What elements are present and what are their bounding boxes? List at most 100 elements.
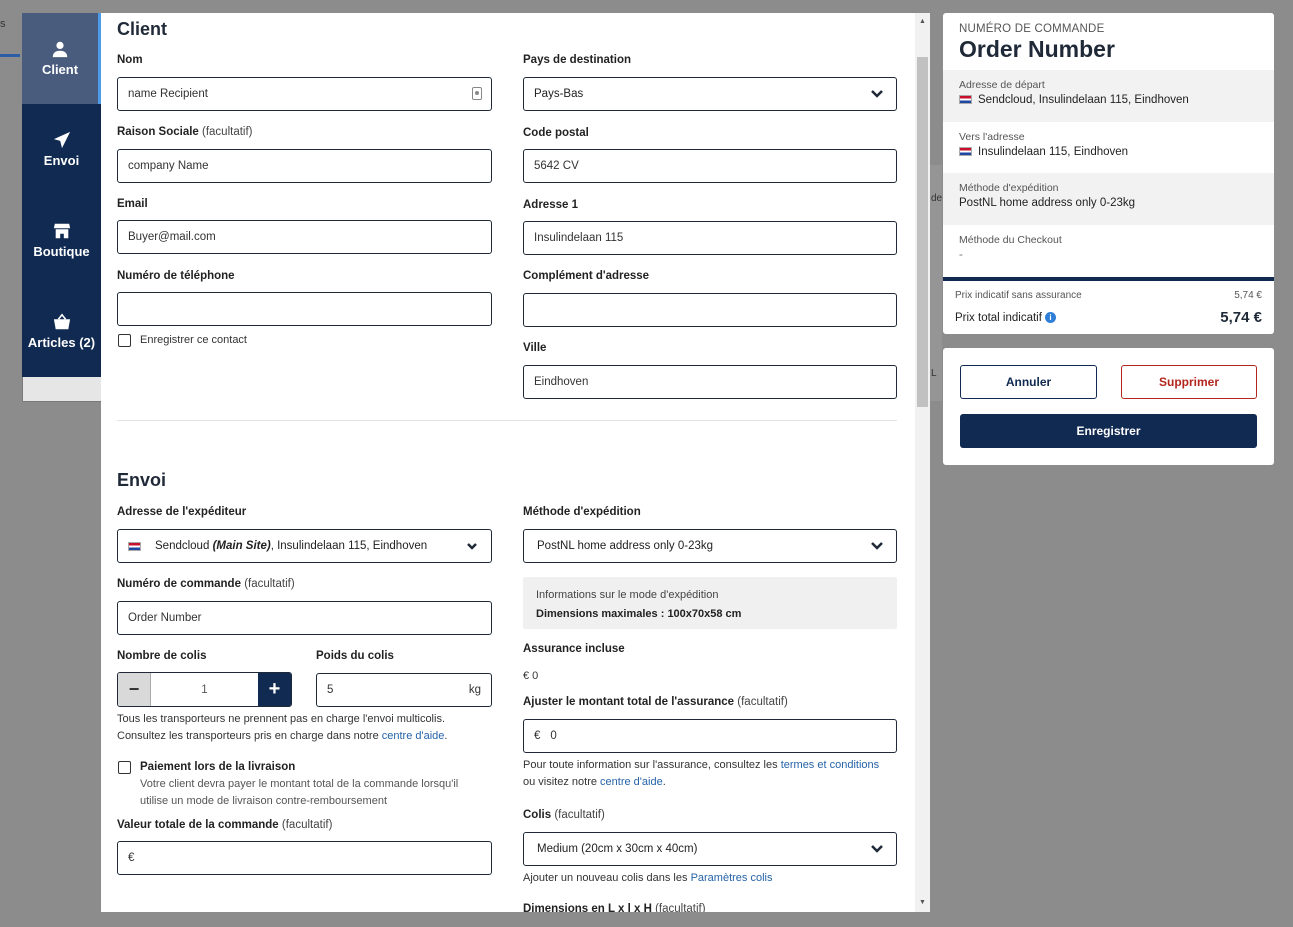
section-divider xyxy=(117,420,897,421)
order-summary-panel: NUMÉRO DE COMMANDE Order Number Adresse … xyxy=(943,13,1274,334)
methode-select[interactable]: PostNL home address only 0-23kg xyxy=(523,529,897,563)
assurance-value: € 0 xyxy=(523,670,539,682)
nav-item-client[interactable]: Client xyxy=(22,13,101,104)
info-icon[interactable]: i xyxy=(1044,311,1056,323)
nom-placeholder: name Recipient xyxy=(128,88,208,100)
nav-item-label: Boutique xyxy=(33,244,90,259)
shop-icon xyxy=(53,223,70,239)
actions-panel: Annuler Supprimer Enregistrer xyxy=(943,348,1274,465)
commande-label: Numéro de commande (facultatif) xyxy=(117,578,295,590)
methode-value: PostNL home address only 0-23kg xyxy=(537,540,714,552)
methode-label: Méthode d'expédition xyxy=(523,506,641,518)
colis-add-note: Ajouter un nouveau colis dans les Paramè… xyxy=(523,872,773,884)
cod-checkbox[interactable] xyxy=(118,761,131,774)
expediteur-label: Adresse de l'expéditeur xyxy=(117,506,247,518)
increment-button[interactable]: + xyxy=(258,673,291,706)
save-button[interactable]: Enregistrer xyxy=(960,414,1257,448)
order-number-value: Order Number xyxy=(959,36,1115,62)
order-form-modal: Client Nom name Recipient Raison Sociale… xyxy=(101,13,930,912)
chevron-down-icon xyxy=(870,842,884,856)
raison-sociale-input[interactable]: company Name xyxy=(117,149,492,183)
decrement-button[interactable]: − xyxy=(118,673,151,706)
adresse1-label: Adresse 1 xyxy=(523,199,578,211)
code-postal-input[interactable]: 5642 CV xyxy=(523,149,897,183)
price-without-insurance: Prix indicatif sans assurance 5,74 € xyxy=(955,290,1262,301)
currency-prefix: € xyxy=(534,730,541,742)
adresse1-input[interactable]: Insulindelaan 115 xyxy=(523,221,897,255)
send-icon xyxy=(53,131,70,149)
package-settings-link[interactable]: Paramètres colis xyxy=(691,872,773,884)
summary-depart: Adresse de départ Sendcloud, Insulindela… xyxy=(943,70,1274,122)
adresse1-value: Insulindelaan 115 xyxy=(534,232,624,244)
poids-value: 5 xyxy=(327,684,334,696)
phone-label: Numéro de téléphone xyxy=(117,270,235,282)
order-number-header: NUMÉRO DE COMMANDE Order Number xyxy=(943,13,1274,70)
currency-prefix: € xyxy=(128,852,135,864)
nav-item-envoi[interactable]: Envoi xyxy=(22,104,101,195)
ville-input[interactable]: Eindhoven xyxy=(523,365,897,399)
dimensions-label: Dimensions en L x l x H (facultatif) xyxy=(523,903,706,912)
ville-label: Ville xyxy=(523,342,547,354)
nombre-colis-label: Nombre de colis xyxy=(117,650,207,662)
shipping-info-box: Informations sur le mode d'expédition Di… xyxy=(523,577,897,629)
commande-input[interactable]: Order Number xyxy=(117,601,492,635)
colis-value: Medium (20cm x 30cm x 40cm) xyxy=(537,843,698,855)
colis-count-value[interactable]: 1 xyxy=(151,673,258,706)
netherlands-flag-icon xyxy=(128,541,141,551)
background-text-fragment: de xyxy=(931,193,943,204)
pays-select[interactable]: Pays-Bas xyxy=(523,77,897,111)
delete-button[interactable]: Supprimer xyxy=(1121,365,1257,399)
chevron-down-icon xyxy=(465,539,479,553)
poids-input[interactable]: 5 kg xyxy=(316,673,492,707)
email-input[interactable]: Buyer@mail.com xyxy=(117,220,492,254)
complement-label: Complément d'adresse xyxy=(523,270,650,282)
cancel-button[interactable]: Annuler xyxy=(960,365,1097,399)
code-postal-value: 5642 CV xyxy=(534,160,579,172)
scroll-up-arrow-icon[interactable]: ▲ xyxy=(918,18,927,25)
valeur-commande-label: Valeur totale de la commande (facultatif… xyxy=(117,819,333,831)
summary-methode: Méthode d'expédition PostNL home address… xyxy=(943,173,1274,225)
nav-item-boutique[interactable]: Boutique xyxy=(22,195,101,286)
colis-label: Colis (facultatif) xyxy=(523,809,605,821)
contact-book-icon[interactable] xyxy=(472,87,482,100)
help-center-link[interactable]: centre d'aide xyxy=(382,730,445,742)
order-number-key: NUMÉRO DE COMMANDE xyxy=(959,23,1105,35)
background-text-fragment: L xyxy=(931,368,937,379)
commande-placeholder: Order Number xyxy=(128,612,202,624)
terms-link[interactable]: termes et conditions xyxy=(781,759,879,771)
multicolis-note: Tous les transporteurs ne prennent pas e… xyxy=(117,713,448,742)
price-total: Prix total indicatif i 5,74 € xyxy=(955,309,1262,326)
cod-description: Votre client devra payer le montant tota… xyxy=(140,778,459,807)
assurance-label: Assurance incluse xyxy=(523,643,625,655)
ajuster-assurance-input[interactable]: € 0 xyxy=(523,719,897,753)
scroll-thumb[interactable] xyxy=(917,57,928,407)
summary-checkout: Méthode du Checkout - xyxy=(959,233,1062,261)
form-scrollbar[interactable]: ▲ ▼ xyxy=(915,13,930,912)
shipping-info-title: Informations sur le mode d'expédition xyxy=(536,589,719,601)
pays-value: Pays-Bas xyxy=(534,88,584,100)
netherlands-flag-icon xyxy=(959,146,972,156)
basket-icon xyxy=(53,313,70,330)
valeur-commande-input[interactable]: € xyxy=(117,841,492,875)
ville-value: Eindhoven xyxy=(534,376,589,388)
expediteur-select[interactable]: Sendcloud (Main Site), Insulindelaan 115… xyxy=(117,529,492,563)
save-contact-checkbox[interactable] xyxy=(118,334,131,347)
summary-divider-bar xyxy=(943,277,1274,281)
nav-item-label: Articles (2) xyxy=(27,335,96,350)
ajuster-assurance-value: 0 xyxy=(550,730,557,742)
section-title-envoi: Envoi xyxy=(117,470,167,490)
poids-unit: kg xyxy=(468,684,481,696)
colis-select[interactable]: Medium (20cm x 30cm x 40cm) xyxy=(523,832,897,866)
expediteur-value: Sendcloud (Main Site), Insulindelaan 115… xyxy=(155,540,428,552)
help-center-link[interactable]: centre d'aide xyxy=(600,776,663,788)
section-title-client: Client xyxy=(117,19,168,39)
scroll-down-arrow-icon[interactable]: ▼ xyxy=(918,899,927,906)
phone-input[interactable] xyxy=(117,292,492,326)
nav-item-articles[interactable]: Articles (2) xyxy=(22,286,101,377)
code-postal-label: Code postal xyxy=(523,127,589,139)
raison-sociale-label: Raison Sociale (facultatif) xyxy=(117,126,253,138)
assurance-info-note: Pour toute information sur l'assurance, … xyxy=(523,759,880,788)
email-label: Email xyxy=(117,198,148,210)
complement-input[interactable] xyxy=(523,293,897,327)
nom-input[interactable]: name Recipient xyxy=(117,77,492,111)
